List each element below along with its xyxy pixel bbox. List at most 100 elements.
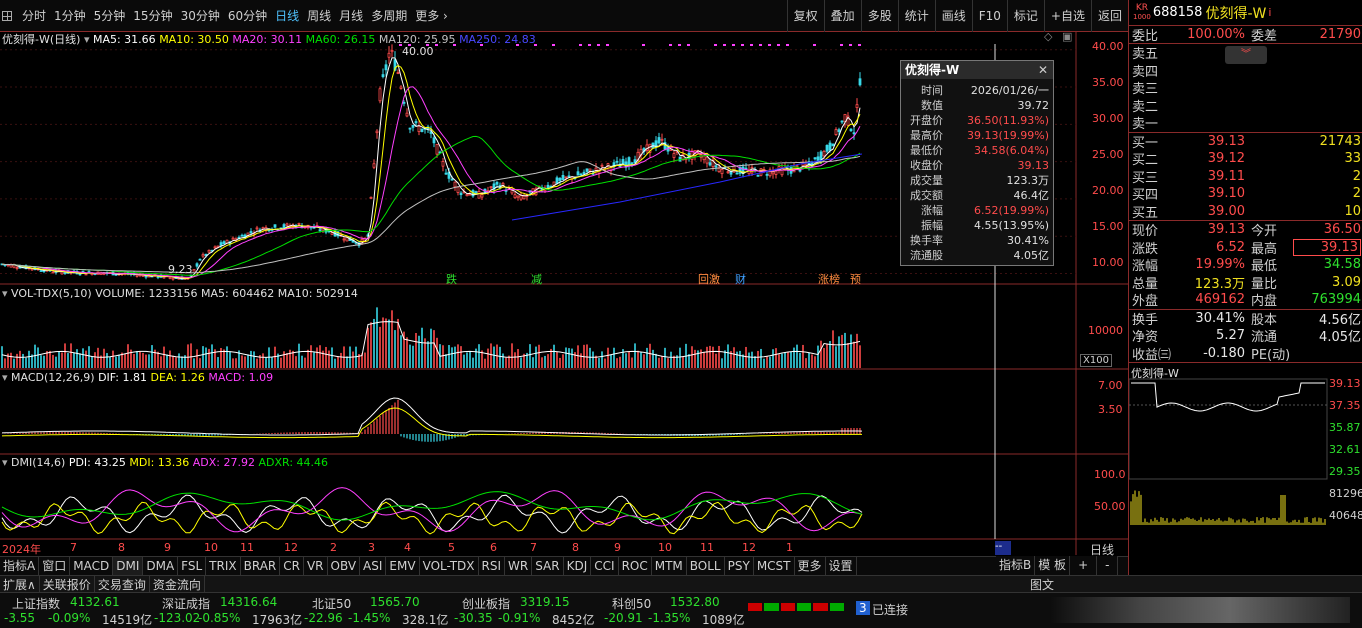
graphic-text-tab[interactable]: 图文	[1030, 576, 1054, 593]
period-tab[interactable]: 15分钟	[129, 0, 176, 32]
index-name[interactable]: 科创50	[612, 595, 651, 612]
period-tab[interactable]: 1分钟	[50, 0, 90, 32]
indicator-tab[interactable]: MACD	[70, 557, 114, 575]
candle-body	[450, 178, 454, 181]
date-tick: 2	[330, 541, 337, 554]
indicator-tab[interactable]: EMV	[386, 557, 420, 575]
connection-status[interactable]: 已连接	[872, 601, 908, 618]
collapse-icon[interactable]: ︾	[1225, 46, 1267, 64]
index-value: 1565.70	[370, 595, 420, 609]
candle-body	[384, 64, 388, 71]
close-icon[interactable]: ✕	[1038, 61, 1048, 79]
more-periods-button[interactable]: 更多 ›	[411, 0, 452, 32]
period-tab[interactable]: 60分钟	[224, 0, 271, 32]
event-tag[interactable]: 预	[850, 271, 861, 287]
ask-row[interactable]: 卖二	[1129, 97, 1362, 115]
triangle-down-icon[interactable]: ▾	[84, 33, 90, 46]
bid-row[interactable]: 买二 39.12 33	[1129, 150, 1362, 168]
trade-query-tab[interactable]: 交易查询	[95, 576, 150, 592]
index-name[interactable]: 北证50	[312, 595, 351, 612]
mini-chart[interactable]: 优刻得-W 39.13 37.35 35.87 32.61 29.35 8129…	[1129, 363, 1362, 528]
indicator-tab[interactable]: 指标A	[0, 557, 40, 575]
indicator-tab[interactable]: DMI	[113, 557, 144, 575]
zoom-in-button[interactable]: +	[1070, 556, 1098, 575]
indicator-tab[interactable]: SAR	[532, 557, 564, 575]
back-button[interactable]: 返回	[1090, 0, 1128, 32]
indicator-tab[interactable]: ASI	[360, 557, 387, 575]
tooltip-row: 收盘价 39.13	[910, 159, 1049, 172]
fuquan-button[interactable]: 复权	[786, 0, 824, 32]
indicator-tab[interactable]: KDJ	[564, 557, 592, 575]
period-indicator[interactable]: 日线	[1090, 541, 1114, 558]
bid-row[interactable]: 买四 39.10 2	[1129, 185, 1362, 203]
event-tag[interactable]: 跌	[446, 271, 457, 287]
multi-stock-button[interactable]: 多股	[860, 0, 898, 32]
overlay-button[interactable]: 叠加	[823, 0, 861, 32]
indicator-tab[interactable]: TRIX	[206, 557, 241, 575]
fund-flow-tab[interactable]: 资金流向	[150, 576, 205, 592]
period-tab[interactable]: 分时	[18, 0, 50, 32]
index-name[interactable]: 深证成指	[162, 595, 210, 612]
triangle-down-icon[interactable]: ▾	[2, 287, 8, 300]
indicator-b-tab[interactable]: 指标B	[996, 556, 1036, 575]
indicator-tab[interactable]: FSL	[178, 557, 207, 575]
zoom-out-button[interactable]: -	[1097, 556, 1119, 575]
indicator-tab[interactable]: PSY	[725, 557, 754, 575]
indicator-tab[interactable]: BRAR	[241, 557, 281, 575]
indicator-tab[interactable]: OBV	[328, 557, 361, 575]
bid-row[interactable]: 买三 39.11 2	[1129, 168, 1362, 186]
ask-row[interactable]: 卖三	[1129, 79, 1362, 97]
period-tab[interactable]: 多周期	[367, 0, 411, 32]
mini-price-tick: 37.35	[1329, 399, 1361, 412]
window-icon[interactable]: ▣	[1062, 30, 1072, 43]
quote-stat-row: 涨跌 6.52 最高 39.13	[1129, 238, 1362, 257]
indicator-tab[interactable]: MCST	[754, 557, 795, 575]
macd-dif: DIF: 1.81	[98, 371, 147, 384]
period-tab-daily[interactable]: 日线	[271, 0, 303, 32]
expand-button[interactable]: 扩展∧	[0, 576, 40, 592]
index-name[interactable]: 上证指数	[12, 595, 60, 612]
related-quote-tab[interactable]: 关联报价	[40, 576, 95, 592]
indicator-tab[interactable]: VOL-TDX	[420, 557, 479, 575]
indicator-tab[interactable]: DMA	[143, 557, 179, 575]
candle-body	[297, 223, 301, 225]
info-icon[interactable]: i	[1268, 6, 1271, 19]
event-tag[interactable]: 涨榜	[818, 271, 840, 287]
triangle-down-icon[interactable]: ▾	[2, 371, 8, 384]
indicator-tab[interactable]: RSI	[479, 557, 506, 575]
index-change: -22.96	[304, 611, 343, 625]
indicator-tab[interactable]: VR	[304, 557, 328, 575]
period-tab[interactable]: 周线	[303, 0, 335, 32]
triangle-down-icon[interactable]: ▾	[2, 456, 8, 469]
indicator-tab[interactable]: WR	[505, 557, 533, 575]
period-tab[interactable]: 月线	[335, 0, 367, 32]
mark-button[interactable]: 标记	[1006, 0, 1044, 32]
event-tag[interactable]: 财	[735, 271, 746, 287]
event-tag[interactable]: 减	[531, 271, 542, 287]
indicator-tab[interactable]: ROC	[619, 557, 652, 575]
macd-dea: DEA: 1.26	[150, 371, 205, 384]
template-tab[interactable]: 模 板	[1035, 556, 1071, 575]
draw-button[interactable]: 画线	[934, 0, 972, 32]
diamond-icon[interactable]: ◇	[1044, 30, 1052, 43]
f10-button[interactable]: F10	[971, 0, 1007, 32]
indicator-tab[interactable]: CCI	[591, 557, 619, 575]
indicator-tab[interactable]: 更多	[795, 557, 826, 575]
grid-icon[interactable]	[2, 10, 12, 21]
indicator-tab[interactable]: 窗口	[39, 557, 71, 575]
stats-button[interactable]: 统计	[897, 0, 935, 32]
ask-row[interactable]: 卖四	[1129, 62, 1362, 80]
indicator-tab[interactable]: MTM	[652, 557, 687, 575]
indicator-tab[interactable]: 设置	[826, 557, 857, 575]
date-tick: 9	[614, 541, 621, 554]
period-tab[interactable]: 30分钟	[177, 0, 224, 32]
add-watchlist-button[interactable]: +自选	[1043, 0, 1091, 32]
indicator-tab[interactable]: BOLL	[687, 557, 725, 575]
index-name[interactable]: 创业板指	[462, 595, 510, 612]
bid-row[interactable]: 买一 39.13 21743	[1129, 133, 1362, 151]
bid-row[interactable]: 买五 39.00 10	[1129, 203, 1362, 221]
event-tag[interactable]: 回激	[698, 271, 720, 287]
indicator-tab[interactable]: CR	[280, 557, 304, 575]
period-tab[interactable]: 5分钟	[90, 0, 130, 32]
ask-row[interactable]: 卖一	[1129, 114, 1362, 132]
